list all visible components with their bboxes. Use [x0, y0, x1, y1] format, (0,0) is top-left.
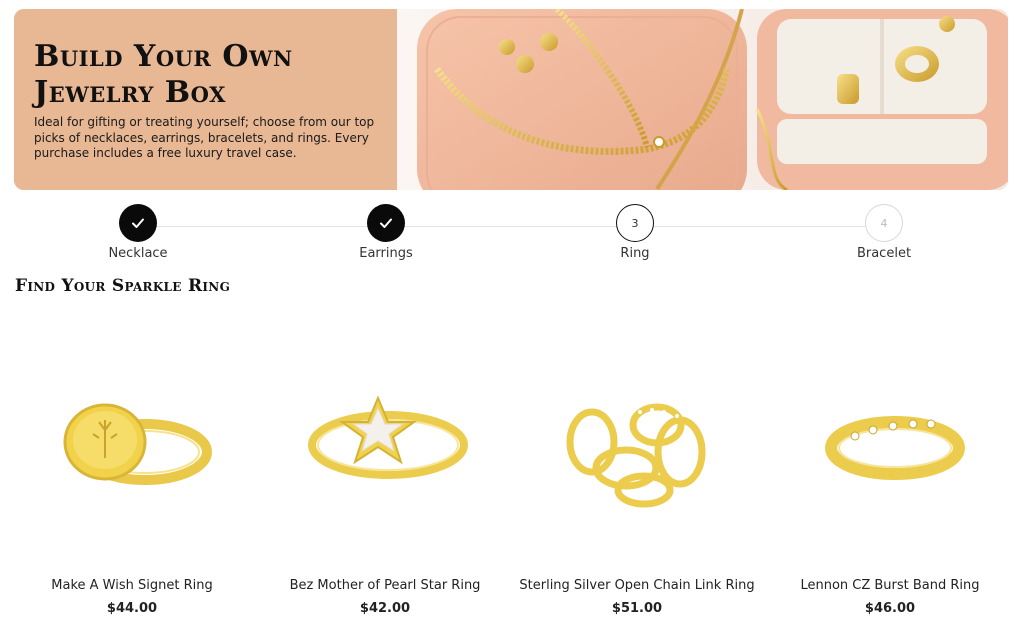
hero-jewelry-box-image	[397, 9, 1008, 190]
product-card[interactable]: Lennon CZ Burst Band Ring $46.00	[765, 320, 1015, 630]
step-ring[interactable]: 3 Ring	[560, 204, 710, 261]
product-name[interactable]: Bez Mother of Pearl Star Ring	[260, 578, 510, 593]
product-price: $51.00	[611, 601, 663, 616]
step-label: Earrings	[359, 246, 413, 261]
step-necklace[interactable]: Necklace	[63, 204, 213, 261]
step-current-circle: 3	[616, 204, 654, 242]
step-earrings[interactable]: Earrings	[311, 204, 461, 261]
product-price: $46.00	[864, 601, 916, 616]
step-label: Bracelet	[856, 246, 912, 261]
hero-banner: Build Your Own Jewelry Box Ideal for gif…	[14, 9, 1008, 190]
product-card[interactable]: Make A Wish Signet Ring $44.00	[7, 320, 257, 630]
step-number: 3	[631, 216, 639, 230]
steps-connector-line	[138, 226, 884, 227]
checkmark-icon	[132, 218, 144, 228]
product-card[interactable]: Sterling Silver Open Chain Link Ring $51…	[512, 320, 762, 630]
hero-title-line-1: Build Your Own	[34, 39, 293, 74]
signet-ring-image	[63, 403, 212, 485]
hero-description: Ideal for gifting or treating yourself; …	[34, 115, 375, 160]
step-bracelet[interactable]: 4 Bracelet	[809, 204, 959, 261]
checkmark-icon	[380, 218, 392, 228]
step-label: Necklace	[108, 246, 168, 261]
product-price: $44.00	[106, 601, 158, 616]
chain-link-ring-image	[566, 403, 706, 508]
step-complete-circle	[367, 204, 405, 242]
star-ring-image	[308, 395, 468, 479]
product-name[interactable]: Make A Wish Signet Ring	[7, 578, 257, 593]
jewelry-box-illustration	[417, 9, 1008, 190]
product-card[interactable]: Bez Mother of Pearl Star Ring $42.00	[260, 320, 510, 630]
hero-title-line-2: Jewelry Box	[34, 75, 226, 110]
step-label: Ring	[620, 246, 650, 261]
hero-title: Build Your Own Jewelry Box	[34, 39, 293, 111]
product-price: $42.00	[359, 601, 411, 616]
product-name[interactable]: Sterling Silver Open Chain Link Ring	[512, 578, 762, 593]
product-image[interactable]	[280, 360, 490, 540]
hero-text-panel: Build Your Own Jewelry Box Ideal for gif…	[14, 9, 397, 190]
progress-steps: Necklace Earrings 3 Ring 4 Bracelet	[14, 204, 1008, 264]
step-complete-circle	[119, 204, 157, 242]
section-title: Find Your Sparkle Ring	[15, 276, 231, 296]
step-pending-circle: 4	[865, 204, 903, 242]
product-image[interactable]	[785, 360, 995, 540]
band-ring-image	[825, 416, 965, 480]
step-number: 4	[880, 216, 888, 230]
product-image[interactable]	[532, 360, 742, 540]
product-image[interactable]	[27, 360, 237, 540]
product-name[interactable]: Lennon CZ Burst Band Ring	[765, 578, 1015, 593]
